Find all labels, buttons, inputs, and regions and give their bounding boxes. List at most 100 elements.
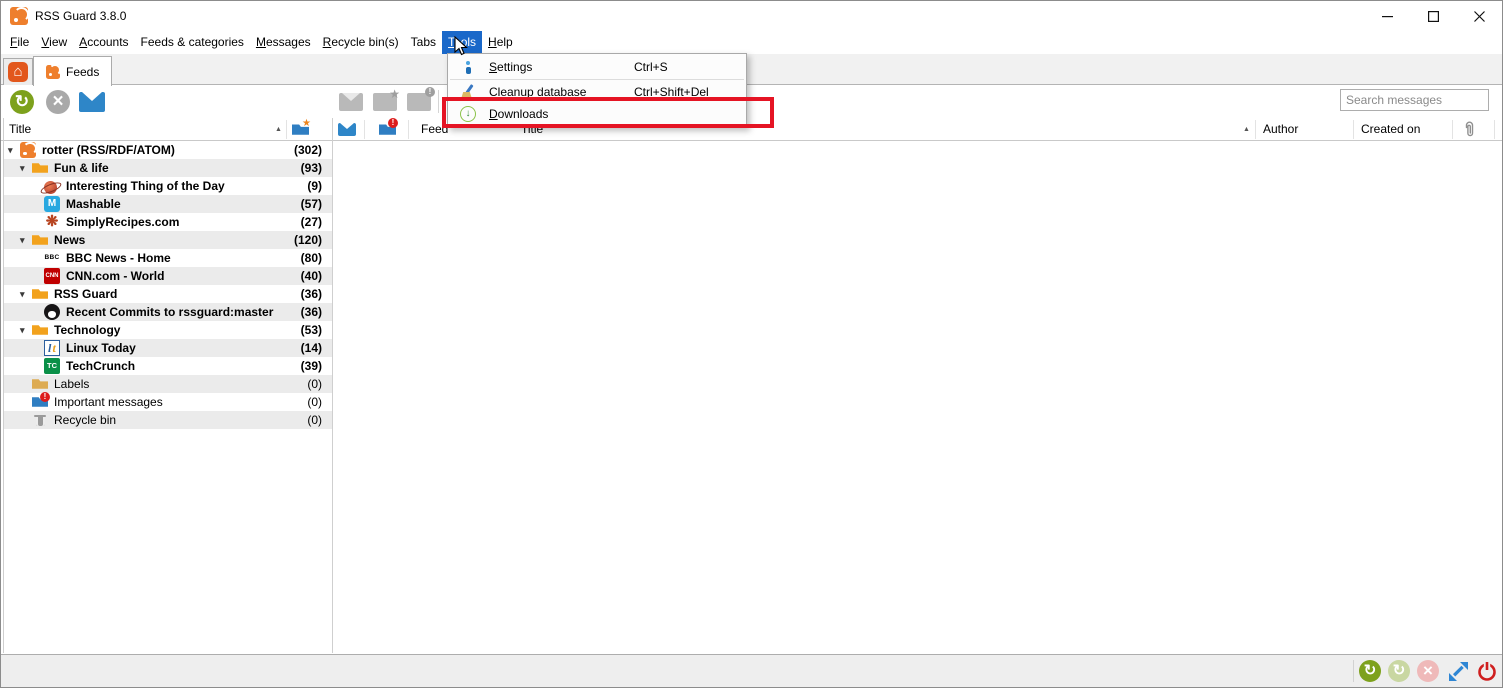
tab-feeds[interactable]: Feeds (33, 56, 112, 86)
mark-selection-read-button (339, 90, 363, 114)
mail-star-disabled-icon: ★ (373, 93, 397, 111)
close-button[interactable] (1456, 1, 1502, 31)
unread-count: (0) (307, 413, 322, 427)
feed-list-item-news[interactable]: ▾ News (120) (4, 231, 332, 249)
menu-accounts[interactable]: Accounts (73, 31, 134, 54)
unread-count: (14) (301, 341, 322, 355)
feed-list-item-mashable[interactable]: Mashable(57) (4, 195, 332, 213)
labels-icon (32, 376, 48, 392)
importance-column-icon[interactable] (379, 122, 396, 137)
menu-help[interactable]: Help (482, 31, 519, 54)
feed-list-item-linux-today[interactable]: Linux Today(14) (4, 339, 332, 357)
feed-list-item-bbc-news-home[interactable]: BBC News - Home (80) (4, 249, 332, 267)
folder-icon (32, 232, 48, 248)
unread-count: (53) (301, 323, 322, 337)
feed-column-title-header[interactable]: Title (9, 122, 31, 136)
menu-messages[interactable]: Messages (250, 31, 317, 54)
feed-title: News (54, 233, 85, 247)
feed-title: Fun & life (54, 161, 109, 175)
mail-open-icon (79, 92, 105, 112)
status-bar: ↻ ↻ × (1, 654, 1502, 687)
tree-expand-icon[interactable]: ▾ (20, 321, 32, 339)
mark-all-read-button[interactable] (79, 90, 103, 114)
linuxtoday-icon (44, 340, 60, 356)
update-all-feeds-button[interactable]: ↻ (10, 90, 34, 114)
mark-selection-unread-button: ! (407, 90, 431, 114)
feed-title: SimplyRecipes.com (66, 215, 179, 229)
unread-count: (93) (301, 161, 322, 175)
message-column-created-header[interactable]: Created on (1361, 122, 1420, 136)
window-title: RSS Guard 3.8.0 (35, 9, 126, 23)
feed-list-item-technology[interactable]: ▾ Technology (53) (4, 321, 332, 339)
feed-title: Important messages (54, 395, 163, 409)
search-messages-input[interactable] (1340, 89, 1489, 111)
feed-list-item-labels[interactable]: Labels (0) (4, 375, 332, 393)
tree-expand-icon[interactable]: ▾ (20, 159, 32, 177)
feed-list-item-fun-life[interactable]: ▾ Fun & life (93) (4, 159, 332, 177)
tab-strip: ⌂ Feeds (1, 54, 1502, 85)
tree-expand-icon[interactable]: ▾ (8, 141, 20, 159)
unread-count: (40) (301, 269, 322, 283)
unread-count: (80) (301, 251, 322, 265)
read-status-column-icon[interactable] (338, 123, 356, 136)
refresh-icon: ↻ (10, 90, 34, 114)
statusbar-quit-button[interactable] (1476, 660, 1498, 682)
attachment-column-paperclip-icon[interactable] (1463, 121, 1476, 141)
tab-home[interactable]: ⌂ (3, 58, 33, 85)
feed-title: BBC News - Home (66, 251, 171, 265)
settings-icon (460, 59, 476, 75)
maximize-button[interactable] (1410, 1, 1456, 31)
tree-expand-icon[interactable]: ▾ (20, 285, 32, 303)
tools-menu-item-settings[interactable]: SettingsCtrl+S (448, 56, 746, 78)
statusbar-fullscreen-button[interactable] (1447, 660, 1469, 682)
feed-title: Technology (54, 323, 120, 337)
menu-file[interactable]: File (4, 31, 35, 54)
folder-icon (32, 322, 48, 338)
stop-disabled-icon: × (1417, 660, 1439, 682)
feed-title: rotter (RSS/RDF/ATOM) (42, 143, 175, 157)
statusbar-update-feeds-button[interactable]: ↻ (1359, 660, 1381, 682)
unread-count: (0) (307, 377, 322, 391)
mouse-cursor (454, 36, 468, 56)
unread-count-column-icon[interactable] (292, 122, 309, 137)
refresh-disabled-icon: ↻ (1388, 660, 1410, 682)
app-window: RSS Guard 3.8.0 FileViewAccountsFeeds & … (0, 0, 1503, 688)
feed-list-item-rotter-rss-rdf-atom[interactable]: ▾ rotter (RSS/RDF/ATOM) (302) (4, 141, 332, 159)
menu-bar: FileViewAccountsFeeds & categoriesMessag… (1, 31, 1502, 54)
menu-tabs[interactable]: Tabs (405, 31, 442, 54)
feed-title: Mashable (66, 197, 121, 211)
feed-title: TechCrunch (66, 359, 135, 373)
flower-icon (44, 214, 60, 230)
unread-count: (36) (301, 305, 322, 319)
feed-list-item-simplyrecipes-com[interactable]: SimplyRecipes.com (27) (4, 213, 332, 231)
message-column-author-header[interactable]: Author (1263, 122, 1298, 136)
window-controls (1364, 1, 1502, 31)
planet-icon (44, 181, 57, 194)
feed-list-item-recycle-bin[interactable]: Recycle bin(0) (4, 411, 332, 429)
menu-feeds-categories[interactable]: Feeds & categories (135, 31, 250, 54)
feed-title: Labels (54, 377, 89, 391)
feed-list-item-important-messages[interactable]: Important messages (0) (4, 393, 332, 411)
bbc-icon (44, 250, 60, 266)
feed-list-item-rss-guard[interactable]: ▾RSS Guard(36) (4, 285, 332, 303)
feed-title: CNN.com - World (66, 269, 164, 283)
rss-icon (46, 65, 60, 79)
statusbar-stop-update-button: × (1417, 660, 1439, 682)
home-icon: ⌂ (8, 62, 28, 82)
feed-list-item-recent-commits-to-rssguard-master[interactable]: Recent Commits to rssguard:master(36) (4, 303, 332, 321)
tree-expand-icon[interactable]: ▾ (20, 231, 32, 249)
menu-view[interactable]: View (35, 31, 73, 54)
folder-icon (32, 286, 48, 302)
pane-splitter[interactable] (332, 118, 333, 653)
feed-list-item-interesting-thing-of-the-day[interactable]: Interesting Thing of the Day(9) (4, 177, 332, 195)
minimize-button[interactable] (1364, 1, 1410, 31)
unread-count: (0) (307, 395, 322, 409)
github-icon (44, 304, 60, 320)
techcrunch-icon (44, 358, 60, 374)
feed-list-item-cnn-com-world[interactable]: CNN.com - World (40) (4, 267, 332, 285)
unread-count: (120) (294, 233, 322, 247)
unread-count: (27) (301, 215, 322, 229)
menu-recycle-bin-s[interactable]: Recycle bin(s) (317, 31, 405, 54)
unread-count: (302) (294, 143, 322, 157)
feed-list-item-techcrunch[interactable]: TechCrunch(39) (4, 357, 332, 375)
